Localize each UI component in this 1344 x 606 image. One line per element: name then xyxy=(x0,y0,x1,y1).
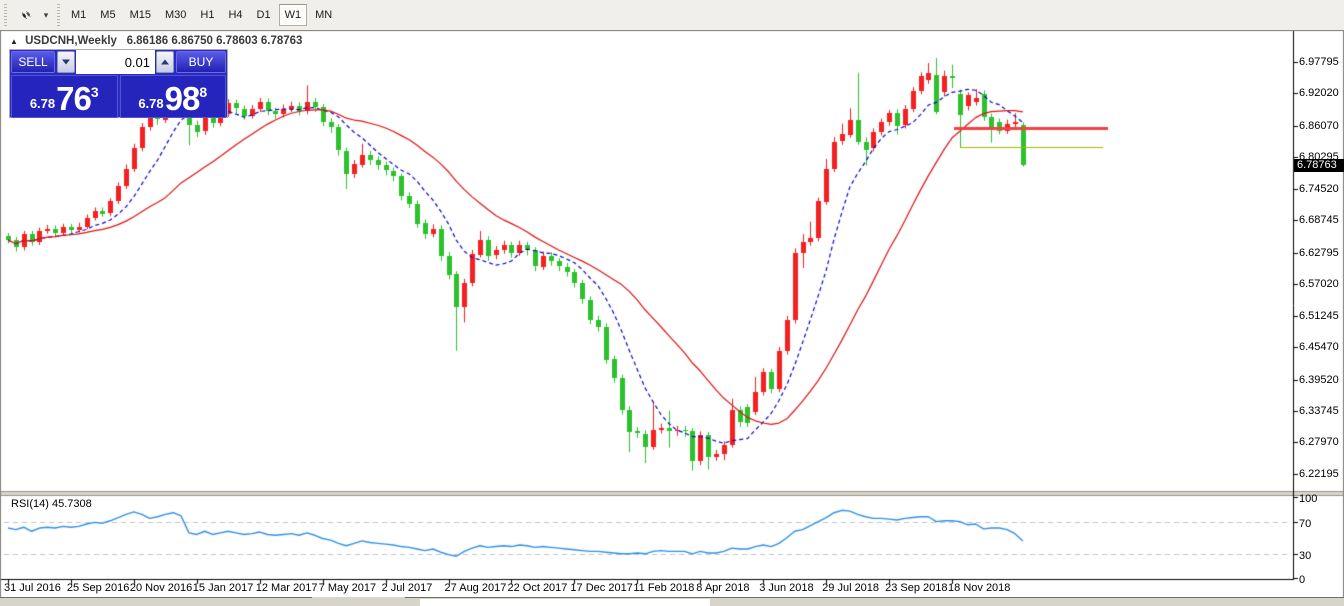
time-axis-label: 25 Sep 2016 xyxy=(67,582,129,594)
buy-price-prefix: 6.78 xyxy=(138,94,163,114)
sell-price-prefix: 6.78 xyxy=(30,94,55,114)
caret-down-icon xyxy=(62,60,70,65)
tf-button-W1[interactable]: W1 xyxy=(279,4,308,26)
price-axis-label: 6.57020 xyxy=(1299,278,1339,290)
docked-window-edge xyxy=(0,597,312,606)
tf-button-M1[interactable]: M1 xyxy=(65,4,92,26)
chart-type-button[interactable] xyxy=(13,3,39,27)
time-axis-label: 27 Aug 2017 xyxy=(445,582,507,594)
rsi-scale-label: 0 xyxy=(1299,574,1305,586)
collapse-triangle-icon[interactable]: ▲ xyxy=(10,37,18,46)
rsi-scale-label: 30 xyxy=(1299,550,1311,562)
time-axis-label: 3 Jun 2018 xyxy=(759,582,813,594)
price-axis-label: 6.74520 xyxy=(1299,183,1339,195)
time-axis-label: 20 Nov 2016 xyxy=(130,582,192,594)
volume-decrease-button[interactable] xyxy=(57,51,75,73)
tf-button-H1[interactable]: H1 xyxy=(194,4,220,26)
rsi-scale-label: 70 xyxy=(1299,518,1311,530)
sell-price-sup: 3 xyxy=(91,84,99,100)
time-axis-label: 22 Oct 2017 xyxy=(507,582,567,594)
rsi-indicator-label: RSI(14) 45.7308 xyxy=(11,498,92,510)
price-axis-label: 6.39520 xyxy=(1299,374,1339,386)
caret-up-icon xyxy=(161,60,169,65)
time-axis-label: 12 Mar 2017 xyxy=(256,582,318,594)
tf-button-MN[interactable]: MN xyxy=(309,4,338,26)
time-axis-label: 23 Sep 2018 xyxy=(885,582,947,594)
price-axis-label: 6.45470 xyxy=(1299,341,1339,353)
sell-button[interactable]: SELL xyxy=(11,51,55,73)
time-axis-label: 7 May 2017 xyxy=(319,582,376,594)
time-axis-label: 18 Nov 2018 xyxy=(948,582,1010,594)
time-axis-label: 2 Jul 2017 xyxy=(382,582,433,594)
symbol-period-label: USDCNH,Weekly xyxy=(25,35,117,47)
bottom-docked-windows-edge xyxy=(0,597,1344,606)
current-price-badge: 6.78763 xyxy=(1294,159,1344,172)
rsi-scale-label: 100 xyxy=(1299,493,1317,505)
tf-button-H4[interactable]: H4 xyxy=(222,4,248,26)
one-click-trading-panel: SELL BUY 6.78 76 3 6.78 98 8 xyxy=(9,49,228,118)
time-axis-label: 15 Jan 2017 xyxy=(193,582,254,594)
price-axis-label: 6.62795 xyxy=(1299,247,1339,259)
volume-input[interactable] xyxy=(76,50,155,74)
tf-button-M30[interactable]: M30 xyxy=(159,4,192,26)
price-axis-label: 6.27970 xyxy=(1299,436,1339,448)
tf-button-M5[interactable]: M5 xyxy=(94,4,121,26)
price-axis-label: 6.33745 xyxy=(1299,405,1339,417)
price-axis-label: 6.97795 xyxy=(1299,56,1339,68)
chart-type-dropdown-caret[interactable]: ▾ xyxy=(39,3,53,27)
buy-price-button[interactable]: 6.78 98 8 xyxy=(120,75,227,118)
toolbar-grip[interactable] xyxy=(4,4,7,26)
timeframe-buttons: M1M5M15M30H1H4D1W1MN xyxy=(64,4,339,26)
timeframes-toolbar: ▾ M1M5M15M30H1H4D1W1MN xyxy=(0,0,1344,31)
tf-button-M15[interactable]: M15 xyxy=(124,4,157,26)
buy-price-sup: 8 xyxy=(199,84,207,100)
tf-button-D1[interactable]: D1 xyxy=(251,4,277,26)
docked-window-edge xyxy=(420,599,710,606)
chart-title: ▲ USDCNH,Weekly 6.86186 6.86750 6.78603 … xyxy=(10,35,302,47)
candlestick-chart-icon xyxy=(20,7,32,23)
time-axis-label: 8 Apr 2018 xyxy=(696,582,749,594)
time-axis-label: 17 Dec 2017 xyxy=(570,582,632,594)
price-axis-label: 6.51245 xyxy=(1299,310,1339,322)
price-axis-label: 6.86070 xyxy=(1299,120,1339,132)
buy-price-big: 98 xyxy=(165,84,200,114)
sell-price-big: 76 xyxy=(56,84,91,114)
time-axis-label: 11 Feb 2018 xyxy=(633,582,694,594)
price-axis-label: 6.22195 xyxy=(1299,468,1339,480)
time-axis-label: 29 Jul 2018 xyxy=(822,582,879,594)
volume-increase-button[interactable] xyxy=(156,51,174,73)
sell-price-button[interactable]: 6.78 76 3 xyxy=(11,75,118,118)
price-axis-label: 6.92020 xyxy=(1299,87,1339,99)
buy-button[interactable]: BUY xyxy=(176,51,226,73)
price-axis-label: 6.68745 xyxy=(1299,214,1339,226)
time-axis-label: 31 Jul 2016 xyxy=(4,582,61,594)
toolbar-grip[interactable] xyxy=(57,4,60,26)
ohlc-values: 6.86186 6.86750 6.78603 6.78763 xyxy=(127,35,303,47)
